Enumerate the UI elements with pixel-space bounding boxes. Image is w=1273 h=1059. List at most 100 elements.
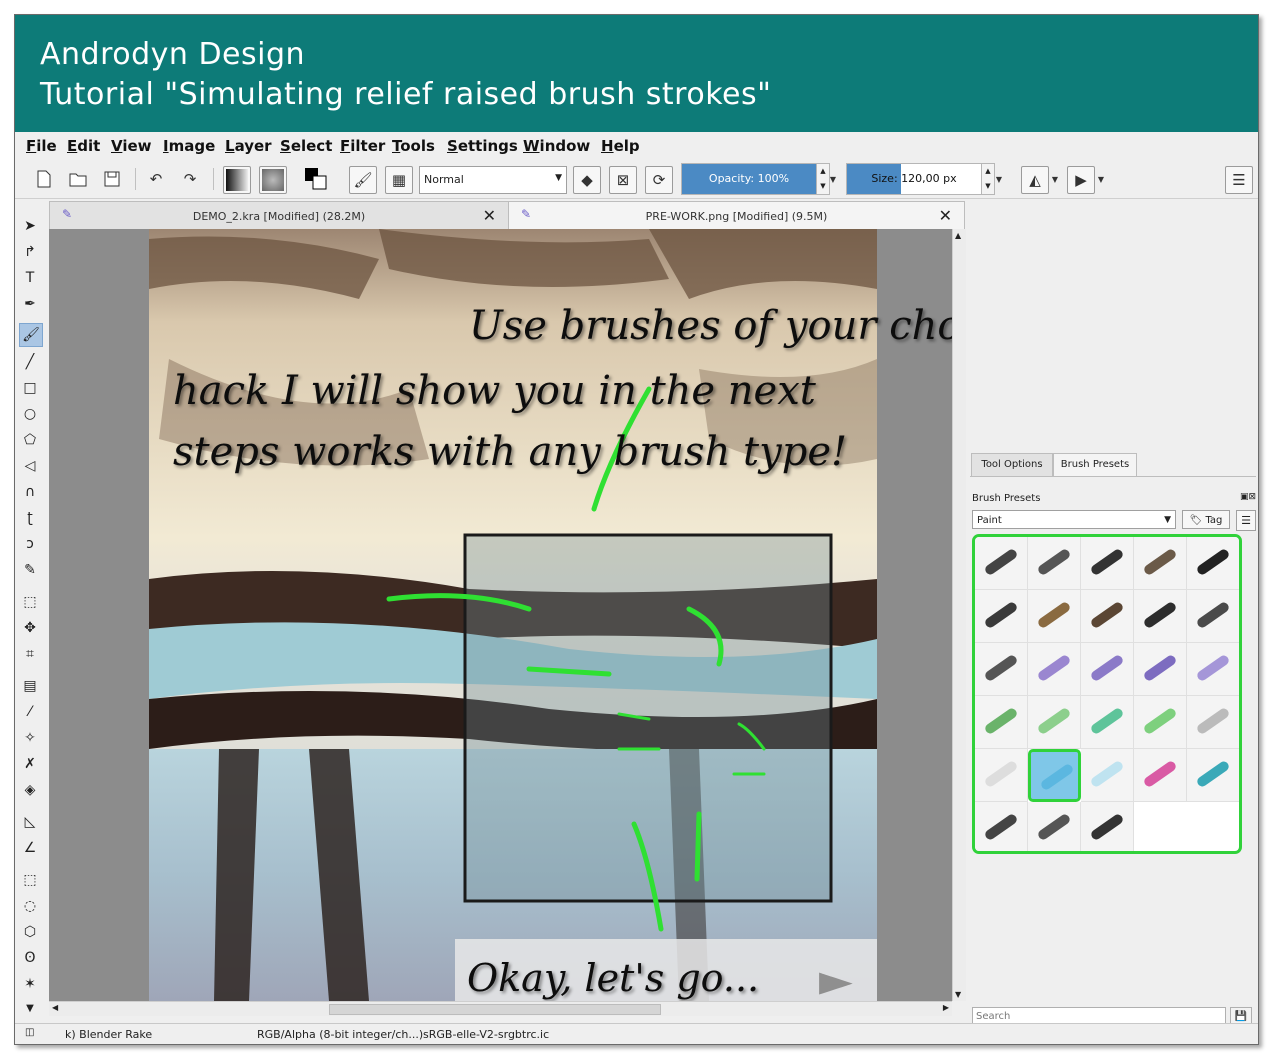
menu-filter[interactable]: Filter xyxy=(340,137,385,155)
menu-view[interactable]: View xyxy=(111,137,152,155)
menu-settings[interactable]: Settings xyxy=(447,137,518,155)
scroll-thumb[interactable] xyxy=(329,1004,661,1015)
ellipse-select-icon[interactable]: ◌ xyxy=(19,895,41,917)
tab-tool-options[interactable]: Tool Options xyxy=(971,453,1053,477)
dynamic-brush-icon[interactable]: ↄ xyxy=(19,533,41,555)
brush-preset-thumbnail[interactable] xyxy=(1187,590,1239,643)
close-icon[interactable]: ✕ xyxy=(939,206,952,225)
brush-preset-thumbnail[interactable] xyxy=(1187,537,1239,590)
brush-preset-thumbnail[interactable] xyxy=(975,749,1028,802)
brush-preset-thumbnail[interactable] xyxy=(1028,696,1081,749)
chevron-left-icon[interactable]: ◀ xyxy=(52,1003,58,1012)
status-color-model[interactable]: RGB/Alpha (8-bit integer/ch...) xyxy=(257,1028,423,1041)
brush-preset-thumbnail[interactable] xyxy=(1081,537,1134,590)
next-arrow-icon[interactable]: ► xyxy=(819,955,853,1001)
color-swap-icon[interactable] xyxy=(303,166,329,192)
menu-tools[interactable]: Tools xyxy=(392,137,435,155)
freehand-path-icon[interactable]: ʈ xyxy=(19,507,41,529)
tag-combo[interactable]: Paint ▼ xyxy=(972,510,1176,529)
menu-help[interactable]: Help xyxy=(601,137,640,155)
rect-select-icon[interactable]: ⬚ xyxy=(19,869,41,891)
presets-menu-icon[interactable]: ☰ xyxy=(1236,510,1256,531)
edit-shapes-icon[interactable]: ↱ xyxy=(19,241,41,263)
transform-tool-icon[interactable]: ⬚ xyxy=(19,591,41,613)
new-document-icon[interactable] xyxy=(31,166,57,192)
brush-preset-thumbnail[interactable] xyxy=(975,696,1028,749)
brush-preset-thumbnail[interactable] xyxy=(1134,696,1187,749)
brush-preset-thumbnail[interactable] xyxy=(1134,590,1187,643)
brush-preset-thumbnail[interactable] xyxy=(1187,696,1239,749)
text-tool-icon[interactable]: T xyxy=(19,267,41,289)
chevron-up-icon[interactable]: ▲ xyxy=(955,231,961,240)
save-icon[interactable] xyxy=(99,166,125,192)
brush-preset-thumbnail[interactable] xyxy=(1081,590,1134,643)
rectangle-tool-icon[interactable]: □ xyxy=(19,377,41,399)
gradient-tool-icon[interactable]: ▤ xyxy=(19,675,41,697)
open-folder-icon[interactable] xyxy=(65,166,91,192)
multibrush-icon[interactable]: ✎ xyxy=(19,559,41,581)
chevron-right-icon[interactable]: ▶ xyxy=(943,1003,949,1012)
chevron-down-icon[interactable]: ▼ xyxy=(827,166,839,192)
color-picker-icon[interactable]: ⁄ xyxy=(19,701,41,723)
reload-preset-icon[interactable]: ⟳ xyxy=(645,166,673,194)
undo-icon[interactable]: ↶ xyxy=(143,166,169,192)
freehand-brush-icon[interactable]: 🖌 xyxy=(19,323,43,347)
brush-preset-thumbnail[interactable] xyxy=(975,802,1028,851)
blend-mode-select[interactable]: Normal ▼ xyxy=(419,166,567,194)
brush-preset-thumbnail[interactable] xyxy=(1081,643,1134,696)
mirror-horizontal-icon[interactable]: ◭ xyxy=(1021,166,1049,194)
colorize-mask-icon[interactable]: ✗ xyxy=(19,753,41,775)
tag-button[interactable]: 🏷 Tag xyxy=(1182,510,1230,529)
toolbox-scroll-icon[interactable]: ▼ xyxy=(19,997,41,1019)
brush-preset-thumbnail[interactable] xyxy=(975,643,1028,696)
painting-canvas[interactable]: Use brushes of your choice... the hack I… xyxy=(49,229,952,1001)
brush-preset-thumbnail[interactable] xyxy=(1081,696,1134,749)
brush-preset-thumbnail[interactable] xyxy=(1187,749,1239,802)
size-slider[interactable]: Size: 120,00 px xyxy=(846,163,982,195)
brush-preset-thumbnail[interactable] xyxy=(975,537,1028,590)
calligraphy-icon[interactable]: ✒ xyxy=(19,293,41,315)
close-icon[interactable]: ✕ xyxy=(483,206,496,225)
menu-image[interactable]: Image xyxy=(163,137,215,155)
select-shapes-icon[interactable]: ➤ xyxy=(19,215,41,237)
menu-select[interactable]: Select xyxy=(280,137,332,155)
fill-tool-icon[interactable]: ◈ xyxy=(19,779,41,801)
redo-icon[interactable]: ↷ xyxy=(177,166,203,192)
bezier-tool-icon[interactable]: ∩ xyxy=(19,481,41,503)
brush-editor-icon[interactable]: 🖌 xyxy=(349,166,377,194)
brush-preset-thumbnail[interactable] xyxy=(1028,802,1081,851)
brush-preset-thumbnail[interactable] xyxy=(1134,643,1187,696)
brush-preset-thumbnail[interactable] xyxy=(1028,537,1081,590)
polygon-select-icon[interactable]: ⬡ xyxy=(19,921,41,943)
menu-layer[interactable]: Layer xyxy=(225,137,272,155)
brush-preset-thumbnail[interactable] xyxy=(1187,643,1239,696)
ellipse-tool-icon[interactable]: ○ xyxy=(19,403,41,425)
brush-preset-thumbnail[interactable] xyxy=(1134,537,1187,590)
crop-tool-icon[interactable]: ⌗ xyxy=(19,643,41,665)
brush-preset-thumbnail[interactable] xyxy=(1028,749,1081,802)
brush-preset-thumbnail[interactable] xyxy=(1081,802,1134,851)
brush-preset-thumbnail[interactable] xyxy=(975,590,1028,643)
opacity-slider[interactable]: Opacity: 100% xyxy=(681,163,817,195)
canvas-viewport[interactable]: Use brushes of your choice... the hack I… xyxy=(49,229,952,1001)
measure-tool-icon[interactable]: ∠ xyxy=(19,837,41,859)
menu-edit[interactable]: Edit xyxy=(67,137,100,155)
preserve-alpha-icon[interactable]: ⊠ xyxy=(609,166,637,194)
chevron-down-icon[interactable]: ▼ xyxy=(1049,166,1061,192)
pattern-selector-icon[interactable] xyxy=(259,166,287,194)
mirror-vertical-icon[interactable]: ▶ xyxy=(1067,166,1095,194)
freehand-select-icon[interactable]: ʘ xyxy=(19,947,41,969)
brush-preset-thumbnail[interactable] xyxy=(1081,749,1134,802)
brush-preset-thumbnail[interactable] xyxy=(1028,590,1081,643)
menu-file[interactable]: File xyxy=(26,137,57,155)
tab-pre-work[interactable]: ✎ PRE-WORK.png [Modified] (9.5M) ✕ xyxy=(508,201,965,230)
tab-demo-2[interactable]: ✎ DEMO_2.kra [Modified] (28.2M) ✕ xyxy=(49,201,509,231)
line-tool-icon[interactable]: ╱ xyxy=(19,351,41,373)
magic-wand-icon[interactable]: ✶ xyxy=(19,973,41,995)
toolbar-menu-icon[interactable]: ☰ xyxy=(1225,166,1253,194)
gradient-selector-icon[interactable] xyxy=(223,166,251,194)
tab-brush-presets[interactable]: Brush Presets xyxy=(1053,453,1137,477)
canvas-horizontal-scrollbar[interactable]: ◀ ▶ xyxy=(49,1001,952,1016)
float-close-icons[interactable]: ▣⊠ xyxy=(1240,492,1256,502)
brush-presets-icon[interactable]: ▦ xyxy=(385,166,413,194)
